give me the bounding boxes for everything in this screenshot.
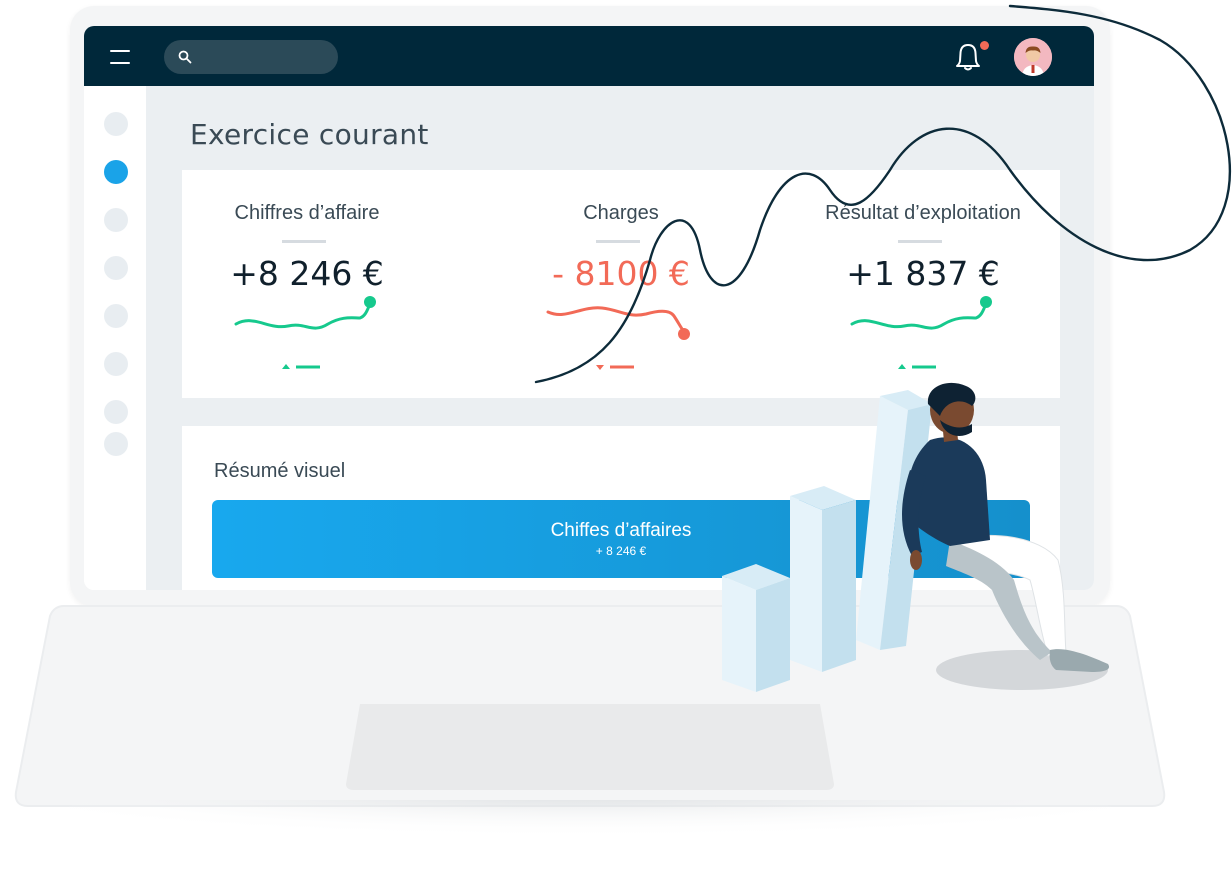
app-screen: Exercice courant Chiffres d’affaire +8 2… (84, 26, 1094, 590)
summary-bar-value: + 8 246 € (595, 544, 647, 558)
sidebar-item-4[interactable] (104, 256, 128, 280)
summary-panel: Résumé visuel Chiffes d’affaires + 8 246… (182, 426, 1060, 590)
trend-up-icon (282, 364, 320, 369)
summary-revenue-bar[interactable]: Chiffes d’affaires + 8 246 € (212, 500, 1030, 578)
sidebar-item-8[interactable] (104, 432, 128, 456)
sidebar-item-5[interactable] (104, 304, 128, 328)
kpi-value: +8 246 € (230, 254, 384, 293)
sidebar (84, 86, 146, 590)
kpi-divider (898, 240, 942, 243)
sparkline-up (234, 296, 376, 330)
kpi-card-revenue[interactable]: Chiffres d’affaire +8 246 € (182, 170, 432, 398)
kpi-label: Charges (583, 202, 659, 224)
page-title: Exercice courant (190, 118, 429, 151)
laptop-shadow (60, 800, 1120, 854)
trackpad (346, 704, 834, 790)
kpi-panel: Chiffres d’affaire +8 246 € Charges - 81… (182, 170, 1060, 398)
trend-up-icon (898, 364, 936, 369)
sidebar-item-1[interactable] (104, 112, 128, 136)
sidebar-item-3[interactable] (104, 208, 128, 232)
notification-badge (980, 41, 989, 50)
summary-title: Résumé visuel (214, 460, 346, 482)
bell-icon[interactable] (954, 42, 982, 72)
avatar-portrait-icon (1014, 38, 1052, 76)
sidebar-item-2-active[interactable] (104, 160, 128, 184)
kpi-divider (282, 240, 326, 243)
sparkline-up (850, 296, 992, 330)
kpi-label: Résultat d’exploitation (825, 202, 1021, 224)
kpi-value: +1 837 € (846, 254, 1000, 293)
search-icon (178, 50, 192, 64)
sparkline-down (546, 306, 690, 340)
sidebar-item-7[interactable] (104, 400, 128, 424)
search-input[interactable] (164, 40, 338, 74)
trend-down-icon (596, 365, 634, 370)
main-content: Exercice courant Chiffres d’affaire +8 2… (146, 86, 1094, 590)
kpi-card-charges[interactable]: Charges - 8100 € (496, 170, 746, 398)
hamburger-menu-icon[interactable] (110, 50, 130, 64)
sidebar-item-6[interactable] (104, 352, 128, 376)
summary-bar-label: Chiffes d’affaires (550, 520, 692, 541)
kpi-value: - 8100 € (552, 254, 690, 293)
top-bar (84, 26, 1094, 86)
user-avatar[interactable] (1014, 38, 1052, 76)
kpi-label: Chiffres d’affaire (234, 202, 380, 224)
kpi-divider (596, 240, 640, 243)
kpi-card-operating-result[interactable]: Résultat d’exploitation +1 837 € (798, 170, 1048, 398)
